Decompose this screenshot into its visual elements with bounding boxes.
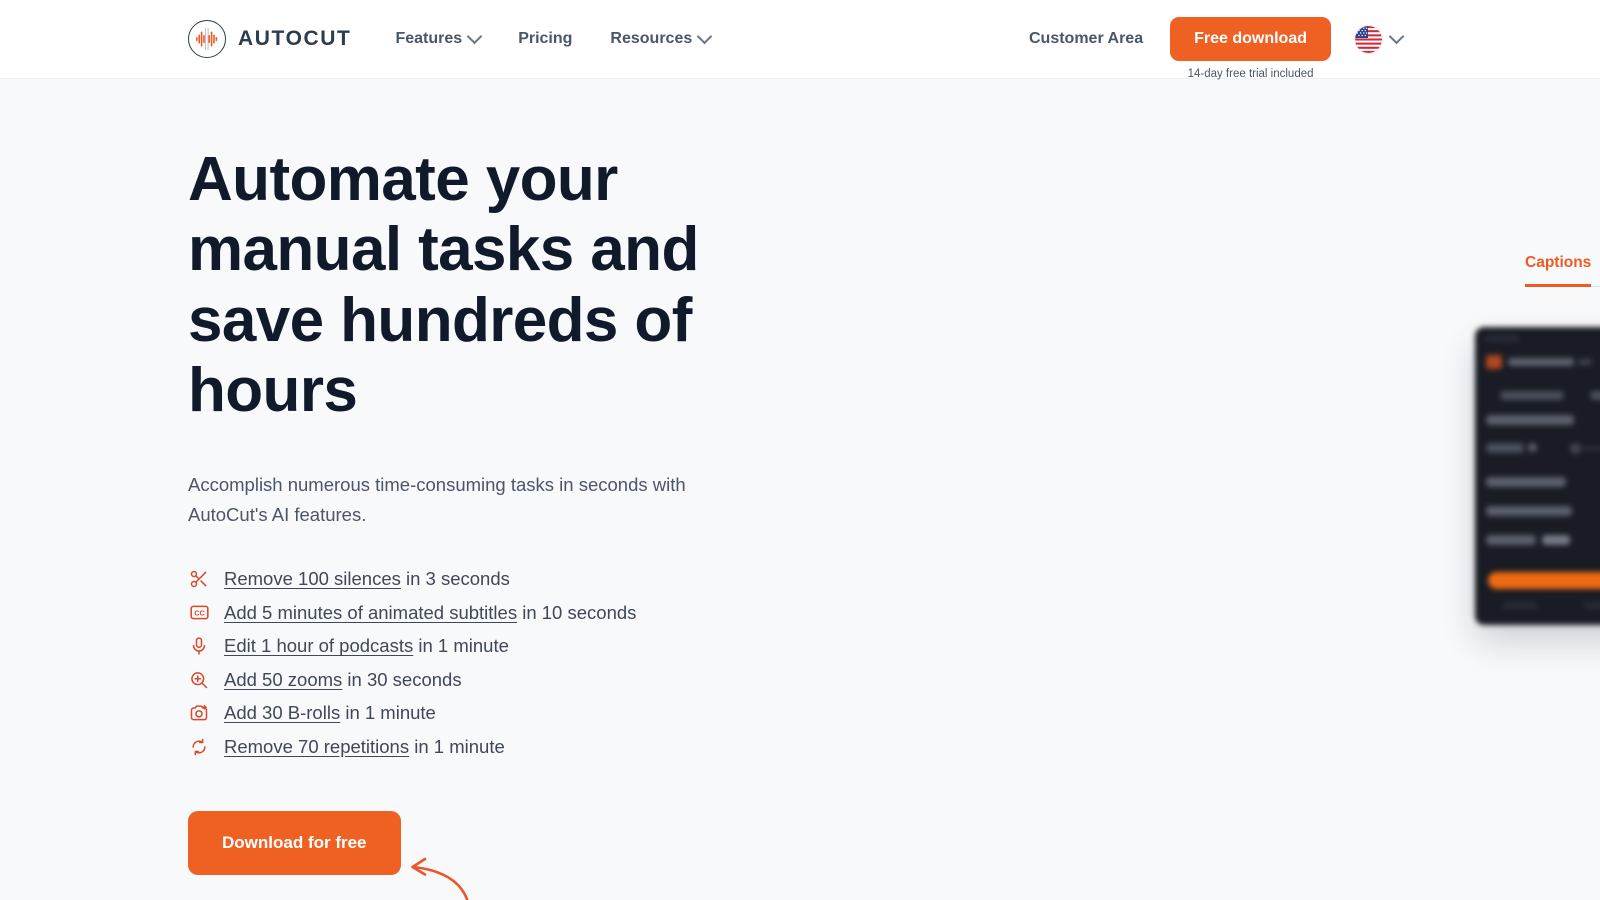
feature-text: Add 5 minutes of animated subtitles in 1… (224, 602, 636, 624)
feature-link[interactable]: Remove 100 silences (224, 568, 401, 589)
closed-caption-icon: CC (188, 602, 210, 624)
brand-name: AUTOCUT (238, 27, 352, 50)
svg-text:CC: CC (194, 609, 205, 618)
header-cta-group: Free download 14-day free trial included (1170, 17, 1331, 80)
site-header: AUTOCUT Features Pricing Resources Custo… (0, 0, 1600, 80)
customer-area-link[interactable]: Customer Area (1029, 30, 1143, 48)
list-item[interactable]: Add 50 zooms in 30 seconds (188, 663, 828, 697)
list-item[interactable]: CC Add 5 minutes of animated subtitles i… (188, 596, 828, 630)
nav-item-pricing-label: Pricing (518, 30, 573, 47)
nav-item-features-label: Features (395, 30, 463, 47)
page-title: Automate your manual tasks and save hund… (188, 145, 699, 426)
audio-waveform-circle-logo-icon (188, 20, 226, 58)
download-for-free-button[interactable]: Download for free (188, 810, 401, 875)
repeat-icon (188, 736, 210, 758)
list-item[interactable]: Add 30 B-rolls in 1 minute (188, 697, 828, 731)
us-flag-icon (1355, 25, 1382, 53)
main-navigation: Features Pricing Resources (395, 28, 713, 48)
nav-item-resources-label: Resources (610, 30, 693, 47)
feature-link[interactable]: Remove 70 repetitions (224, 736, 409, 757)
chevron-down-icon (696, 28, 713, 44)
hero-section: Automate your manual tasks and save hund… (0, 79, 1600, 900)
feature-text: Remove 100 silences in 3 seconds (224, 568, 510, 590)
brand-logo-link[interactable]: AUTOCUT (188, 20, 351, 58)
list-item[interactable]: Remove 100 silences in 3 seconds (188, 563, 828, 597)
feature-link[interactable]: Edit 1 hour of podcasts (224, 635, 413, 656)
tab-captions[interactable]: Captions (1525, 254, 1592, 287)
product-preview (1475, 327, 1600, 632)
feature-list: Remove 100 silences in 3 seconds CC Add … (188, 563, 828, 764)
list-item[interactable]: Edit 1 hour of podcasts in 1 minute (188, 630, 828, 664)
language-picker[interactable] (1355, 25, 1405, 53)
hero-content: Automate your manual tasks and save hund… (188, 79, 828, 900)
feature-text: Edit 1 hour of podcasts in 1 minute (224, 635, 509, 657)
feature-tail: in 1 minute (345, 702, 436, 724)
feature-link[interactable]: Add 50 zooms (224, 669, 342, 690)
chevron-down-icon (1388, 28, 1405, 44)
scissors-icon (188, 568, 210, 590)
nav-item-resources[interactable]: Resources (610, 28, 713, 48)
list-item[interactable]: Remove 70 repetitions in 1 minute (188, 730, 828, 764)
feature-tail: in 30 seconds (347, 668, 462, 690)
preview-tabs: Captions Silences Podcast AutoZoom Resiz… (1525, 254, 1600, 287)
zoom-in-icon (188, 669, 210, 691)
camera-plus-icon (188, 702, 210, 724)
feature-link[interactable]: Add 5 minutes of animated subtitles (224, 602, 517, 623)
feature-link[interactable]: Add 30 B-rolls (224, 702, 340, 723)
header-actions: Customer Area Free download 14-day free … (1029, 17, 1600, 80)
hero-preview-column: Captions Silences Podcast AutoZoom Resiz… (828, 79, 1600, 900)
feature-tail: in 1 minute (418, 635, 509, 657)
free-download-button[interactable]: Free download (1170, 17, 1331, 61)
nav-item-features[interactable]: Features (395, 28, 483, 48)
autocut-settings-panel-preview (1475, 327, 1600, 625)
feature-tail: in 3 seconds (406, 568, 510, 590)
microphone-icon (188, 635, 210, 657)
curved-arrow-left-icon (400, 827, 500, 900)
feature-text: Add 50 zooms in 30 seconds (224, 669, 462, 691)
feature-tail: in 10 seconds (522, 601, 637, 623)
nav-item-pricing[interactable]: Pricing (518, 30, 572, 48)
feature-text: Add 30 B-rolls in 1 minute (224, 702, 436, 724)
feature-tail: in 1 minute (414, 735, 505, 757)
feature-text: Remove 70 repetitions in 1 minute (224, 736, 505, 758)
hero-subtitle: Accomplish numerous time-consuming tasks… (188, 474, 686, 526)
download-cta-group: Download for free All (188, 810, 469, 900)
chevron-down-icon (466, 28, 483, 44)
